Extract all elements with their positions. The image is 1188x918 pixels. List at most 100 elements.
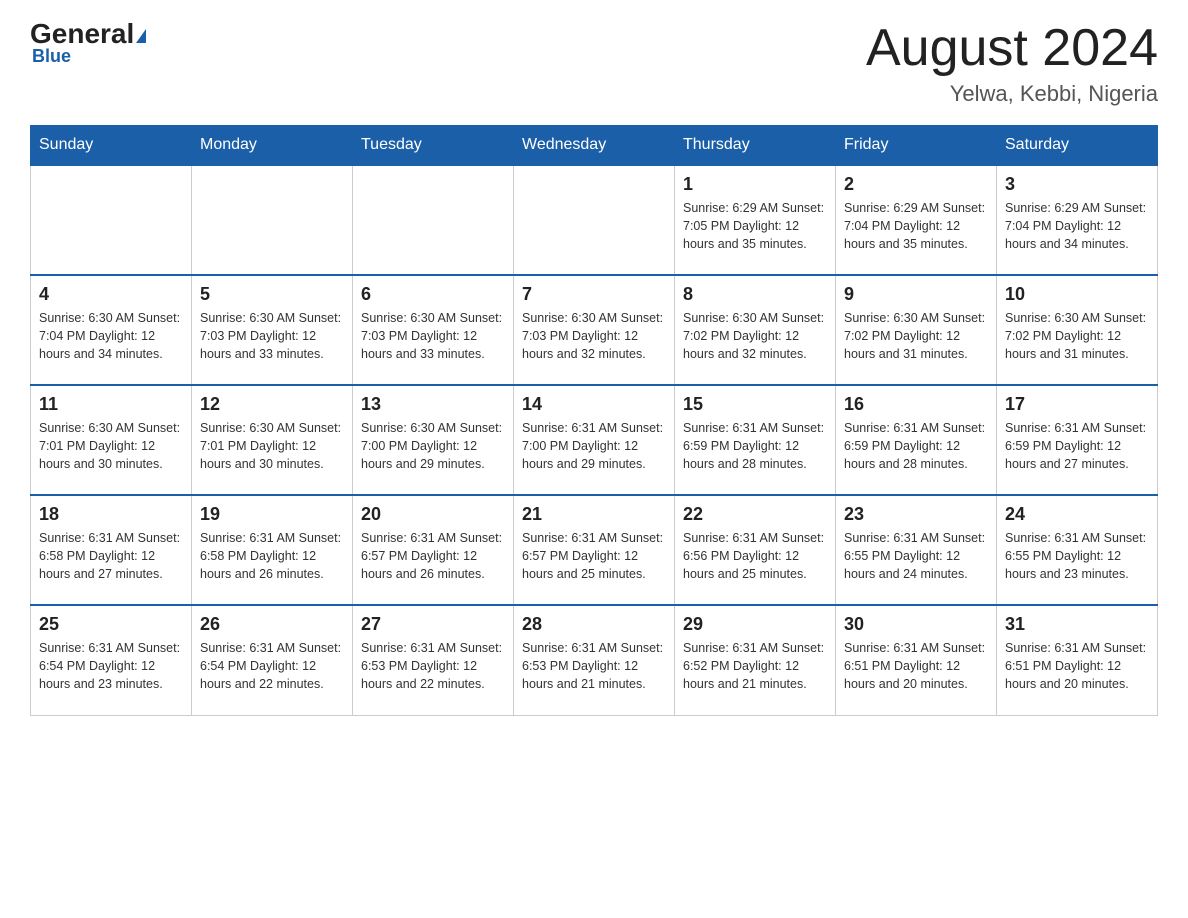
day-info: Sunrise: 6:29 AM Sunset: 7:04 PM Dayligh… bbox=[844, 199, 988, 253]
day-number: 9 bbox=[844, 284, 988, 305]
table-row: 23 Sunrise: 6:31 AM Sunset: 6:55 PM Dayli… bbox=[836, 495, 997, 605]
page-header: General Blue August 2024 Yelwa, Kebbi, N… bbox=[30, 20, 1158, 107]
day-info: Sunrise: 6:30 AM Sunset: 7:01 PM Dayligh… bbox=[39, 419, 183, 473]
day-info: Sunrise: 6:30 AM Sunset: 7:00 PM Dayligh… bbox=[361, 419, 505, 473]
day-info: Sunrise: 6:31 AM Sunset: 6:51 PM Dayligh… bbox=[1005, 639, 1149, 693]
table-row bbox=[353, 165, 514, 275]
day-number: 2 bbox=[844, 174, 988, 195]
table-row: 20Sunrise: 6:31 AM Sunset: 6:57 PM Dayli… bbox=[353, 495, 514, 605]
table-row: 11Sunrise: 6:30 AM Sunset: 7:01 PM Dayli… bbox=[31, 385, 192, 495]
table-row bbox=[192, 165, 353, 275]
day-info: Sunrise: 6:31 AM Sunset: 6:51 PM Dayligh… bbox=[844, 639, 988, 693]
calendar-week-row: 18 Sunrise: 6:31 AM Sunset: 6:58 PM Dayli… bbox=[31, 495, 1158, 605]
table-row: 29Sunrise: 6:31 AM Sunset: 6:52 PM Dayli… bbox=[675, 605, 836, 715]
table-row: 13 Sunrise: 6:30 AM Sunset: 7:00 PM Dayli… bbox=[353, 385, 514, 495]
header-saturday: Saturday bbox=[997, 126, 1158, 166]
table-row: 15 Sunrise: 6:31 AM Sunset: 6:59 PM Dayli… bbox=[675, 385, 836, 495]
title-block: August 2024 Yelwa, Kebbi, Nigeria bbox=[866, 20, 1158, 107]
table-row: 14 Sunrise: 6:31 AM Sunset: 7:00 PM Dayli… bbox=[514, 385, 675, 495]
day-number: 27 bbox=[361, 614, 505, 635]
table-row: 31Sunrise: 6:31 AM Sunset: 6:51 PM Dayli… bbox=[997, 605, 1158, 715]
day-info: Sunrise: 6:31 AM Sunset: 6:54 PM Dayligh… bbox=[39, 639, 183, 693]
table-row: 21Sunrise: 6:31 AM Sunset: 6:57 PM Dayli… bbox=[514, 495, 675, 605]
day-info: Sunrise: 6:30 AM Sunset: 7:03 PM Dayligh… bbox=[200, 309, 344, 363]
table-row: 9 Sunrise: 6:30 AM Sunset: 7:02 PM Daylig… bbox=[836, 275, 997, 385]
day-info: Sunrise: 6:30 AM Sunset: 7:02 PM Dayligh… bbox=[844, 309, 988, 363]
day-info: Sunrise: 6:31 AM Sunset: 6:57 PM Dayligh… bbox=[361, 529, 505, 583]
day-number: 22 bbox=[683, 504, 827, 525]
table-row: 12 Sunrise: 6:30 AM Sunset: 7:01 PM Dayli… bbox=[192, 385, 353, 495]
day-info: Sunrise: 6:30 AM Sunset: 7:03 PM Dayligh… bbox=[361, 309, 505, 363]
calendar-week-row: 11Sunrise: 6:30 AM Sunset: 7:01 PM Dayli… bbox=[31, 385, 1158, 495]
day-number: 10 bbox=[1005, 284, 1149, 305]
day-info: Sunrise: 6:31 AM Sunset: 6:58 PM Dayligh… bbox=[200, 529, 344, 583]
day-info: Sunrise: 6:31 AM Sunset: 6:58 PM Dayligh… bbox=[39, 529, 183, 583]
day-number: 23 bbox=[844, 504, 988, 525]
table-row: 22 Sunrise: 6:31 AM Sunset: 6:56 PM Dayli… bbox=[675, 495, 836, 605]
day-info: Sunrise: 6:31 AM Sunset: 6:53 PM Dayligh… bbox=[522, 639, 666, 693]
table-row: 18 Sunrise: 6:31 AM Sunset: 6:58 PM Dayli… bbox=[31, 495, 192, 605]
day-info: Sunrise: 6:31 AM Sunset: 6:59 PM Dayligh… bbox=[683, 419, 827, 473]
day-number: 17 bbox=[1005, 394, 1149, 415]
table-row: 5 Sunrise: 6:30 AM Sunset: 7:03 PM Daylig… bbox=[192, 275, 353, 385]
table-row: 10Sunrise: 6:30 AM Sunset: 7:02 PM Dayli… bbox=[997, 275, 1158, 385]
logo: General Blue bbox=[30, 20, 146, 67]
header-sunday: Sunday bbox=[31, 126, 192, 166]
day-number: 30 bbox=[844, 614, 988, 635]
table-row: 3Sunrise: 6:29 AM Sunset: 7:04 PM Daylig… bbox=[997, 165, 1158, 275]
day-number: 24 bbox=[1005, 504, 1149, 525]
table-row bbox=[514, 165, 675, 275]
day-number: 26 bbox=[200, 614, 344, 635]
table-row: 1Sunrise: 6:29 AM Sunset: 7:05 PM Daylig… bbox=[675, 165, 836, 275]
table-row: 7 Sunrise: 6:30 AM Sunset: 7:03 PM Daylig… bbox=[514, 275, 675, 385]
logo-triangle-icon bbox=[136, 29, 146, 43]
day-info: Sunrise: 6:30 AM Sunset: 7:01 PM Dayligh… bbox=[200, 419, 344, 473]
day-number: 8 bbox=[683, 284, 827, 305]
day-number: 4 bbox=[39, 284, 183, 305]
logo-blue-text: Blue bbox=[32, 46, 71, 67]
logo-general-text: General bbox=[30, 20, 146, 48]
day-number: 18 bbox=[39, 504, 183, 525]
table-row: 28 Sunrise: 6:31 AM Sunset: 6:53 PM Dayli… bbox=[514, 605, 675, 715]
day-number: 16 bbox=[844, 394, 988, 415]
day-number: 1 bbox=[683, 174, 827, 195]
day-info: Sunrise: 6:31 AM Sunset: 6:59 PM Dayligh… bbox=[1005, 419, 1149, 473]
table-row: 25Sunrise: 6:31 AM Sunset: 6:54 PM Dayli… bbox=[31, 605, 192, 715]
header-friday: Friday bbox=[836, 126, 997, 166]
calendar-subtitle: Yelwa, Kebbi, Nigeria bbox=[866, 81, 1158, 107]
day-number: 13 bbox=[361, 394, 505, 415]
day-number: 19 bbox=[200, 504, 344, 525]
table-row: 26Sunrise: 6:31 AM Sunset: 6:54 PM Dayli… bbox=[192, 605, 353, 715]
day-info: Sunrise: 6:31 AM Sunset: 6:52 PM Dayligh… bbox=[683, 639, 827, 693]
table-row bbox=[31, 165, 192, 275]
table-row: 4 Sunrise: 6:30 AM Sunset: 7:04 PM Daylig… bbox=[31, 275, 192, 385]
calendar-week-row: 25Sunrise: 6:31 AM Sunset: 6:54 PM Dayli… bbox=[31, 605, 1158, 715]
calendar-title: August 2024 bbox=[866, 20, 1158, 77]
table-row: 2 Sunrise: 6:29 AM Sunset: 7:04 PM Daylig… bbox=[836, 165, 997, 275]
day-info: Sunrise: 6:31 AM Sunset: 6:55 PM Dayligh… bbox=[1005, 529, 1149, 583]
day-info: Sunrise: 6:31 AM Sunset: 6:56 PM Dayligh… bbox=[683, 529, 827, 583]
calendar-header-row: Sunday Monday Tuesday Wednesday Thursday… bbox=[31, 126, 1158, 166]
calendar-week-row: 1Sunrise: 6:29 AM Sunset: 7:05 PM Daylig… bbox=[31, 165, 1158, 275]
table-row: 17 Sunrise: 6:31 AM Sunset: 6:59 PM Dayli… bbox=[997, 385, 1158, 495]
calendar-table: Sunday Monday Tuesday Wednesday Thursday… bbox=[30, 125, 1158, 716]
day-number: 7 bbox=[522, 284, 666, 305]
day-number: 6 bbox=[361, 284, 505, 305]
table-row: 27Sunrise: 6:31 AM Sunset: 6:53 PM Dayli… bbox=[353, 605, 514, 715]
day-info: Sunrise: 6:30 AM Sunset: 7:02 PM Dayligh… bbox=[683, 309, 827, 363]
day-info: Sunrise: 6:31 AM Sunset: 7:00 PM Dayligh… bbox=[522, 419, 666, 473]
day-info: Sunrise: 6:30 AM Sunset: 7:03 PM Dayligh… bbox=[522, 309, 666, 363]
header-monday: Monday bbox=[192, 126, 353, 166]
day-number: 15 bbox=[683, 394, 827, 415]
day-info: Sunrise: 6:30 AM Sunset: 7:04 PM Dayligh… bbox=[39, 309, 183, 363]
day-number: 28 bbox=[522, 614, 666, 635]
table-row: 19 Sunrise: 6:31 AM Sunset: 6:58 PM Dayli… bbox=[192, 495, 353, 605]
table-row: 6 Sunrise: 6:30 AM Sunset: 7:03 PM Daylig… bbox=[353, 275, 514, 385]
table-row: 8 Sunrise: 6:30 AM Sunset: 7:02 PM Daylig… bbox=[675, 275, 836, 385]
day-number: 14 bbox=[522, 394, 666, 415]
day-info: Sunrise: 6:31 AM Sunset: 6:55 PM Dayligh… bbox=[844, 529, 988, 583]
day-number: 12 bbox=[200, 394, 344, 415]
table-row: 16Sunrise: 6:31 AM Sunset: 6:59 PM Dayli… bbox=[836, 385, 997, 495]
day-number: 5 bbox=[200, 284, 344, 305]
header-wednesday: Wednesday bbox=[514, 126, 675, 166]
